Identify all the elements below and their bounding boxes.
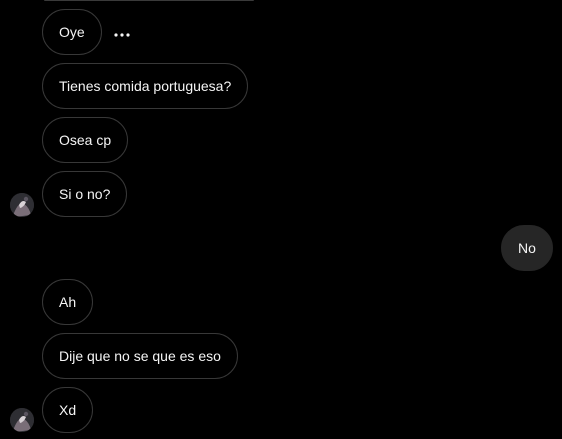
sender-avatar[interactable] <box>10 408 34 432</box>
incoming-message-bubble[interactable]: Oye <box>42 9 102 55</box>
more-horizontal-icon <box>114 33 130 37</box>
sender-avatar[interactable] <box>10 193 34 217</box>
more-options-icon[interactable] <box>111 27 133 43</box>
message-thread: Oye Tienes comida portuguesa? Osea cp Si… <box>0 0 562 439</box>
incoming-message-bubble[interactable]: Osea cp <box>42 117 129 163</box>
message-text: Oye <box>59 24 85 40</box>
incoming-message-bubble[interactable]: Ah <box>42 279 94 325</box>
message-text: Osea cp <box>59 132 112 148</box>
incoming-message-bubble[interactable]: Si o no? <box>42 171 128 217</box>
message-text: Si o no? <box>59 186 111 202</box>
message-text: Ah <box>59 294 77 310</box>
outgoing-message-bubble[interactable]: No <box>501 225 553 271</box>
message-text: Tienes comida portuguesa? <box>59 78 232 94</box>
incoming-message-bubble[interactable]: Xd <box>42 387 94 433</box>
message-text: Xd <box>59 402 77 418</box>
avatar-image <box>10 408 34 432</box>
avatar-image <box>10 193 34 217</box>
incoming-message-bubble[interactable]: Dije que no se que es eso <box>42 333 238 379</box>
message-text: Dije que no se que es eso <box>59 348 221 364</box>
previous-message-edge <box>44 0 254 1</box>
incoming-message-bubble[interactable]: Tienes comida portuguesa? <box>42 63 249 109</box>
message-text: No <box>518 240 536 256</box>
